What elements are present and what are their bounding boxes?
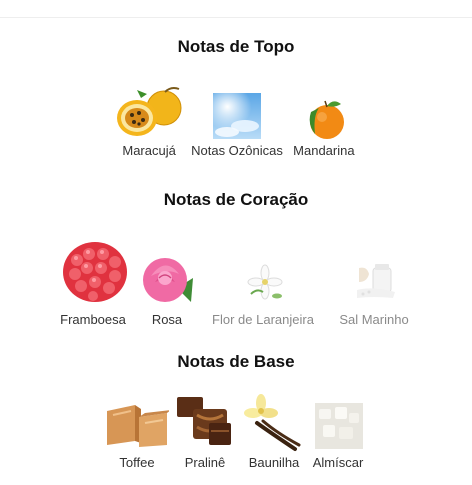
- note-rosa: Rosa: [137, 238, 197, 328]
- praline-icon: [177, 397, 231, 445]
- note-praline: Pralinê: [173, 393, 237, 471]
- note-label: Pralinê: [184, 455, 226, 470]
- note-toffee: Toffee: [105, 393, 169, 471]
- mandarin-icon: [309, 100, 344, 139]
- note-notas-ozonicas: Notas Ozônicas: [191, 86, 283, 159]
- note-label: Flor de Laranjeira: [212, 312, 314, 327]
- note-label: Mandarina: [293, 143, 355, 158]
- top-divider: [0, 17, 472, 18]
- note-sal-marinho: Sal Marinho: [329, 238, 419, 328]
- rose-icon: [143, 258, 193, 302]
- note-framboesa: Framboesa: [53, 238, 133, 328]
- sea-salt-icon: [357, 264, 395, 298]
- note-label: Almíscar: [312, 455, 364, 470]
- sky-icon: [212, 93, 261, 139]
- passion-fruit-icon: [117, 87, 182, 136]
- heart-notes-row: Framboesa Rosa Flor de Laranjeira Sal Ma…: [0, 238, 472, 328]
- section-title-base-notes: Notas de Base: [177, 352, 295, 371]
- note-label: Sal Marinho: [339, 312, 409, 327]
- note-label: Rosa: [151, 312, 183, 327]
- note-label: Baunilha: [248, 455, 300, 470]
- vanilla-icon: [244, 394, 301, 451]
- note-flor-de-laranjeira: Flor de Laranjeira: [203, 238, 323, 328]
- base-notes-row: Toffee Pralinê Baunilha Almíscar: [0, 393, 472, 471]
- note-maracuja: Maracujá: [113, 86, 185, 159]
- note-label: Maracujá: [122, 143, 176, 158]
- section-title-top-notes: Notas de Topo: [177, 37, 295, 56]
- note-almiscar: Almíscar: [309, 393, 367, 471]
- note-label: Notas Ozônicas: [191, 143, 283, 158]
- note-label: Toffee: [119, 455, 155, 470]
- orange-blossom-icon: [247, 264, 283, 300]
- toffee-icon: [107, 405, 169, 447]
- section-title-heart-notes: Notas de Coração: [163, 190, 309, 209]
- top-notes-row: Maracujá Notas Ozônicas Mandarina: [0, 86, 472, 159]
- note-mandarina: Mandarina: [289, 86, 359, 159]
- musk-icon: [315, 403, 363, 449]
- note-label: Framboesa: [60, 312, 126, 327]
- note-baunilha: Baunilha: [241, 393, 307, 471]
- raspberry-icon: [63, 242, 127, 302]
